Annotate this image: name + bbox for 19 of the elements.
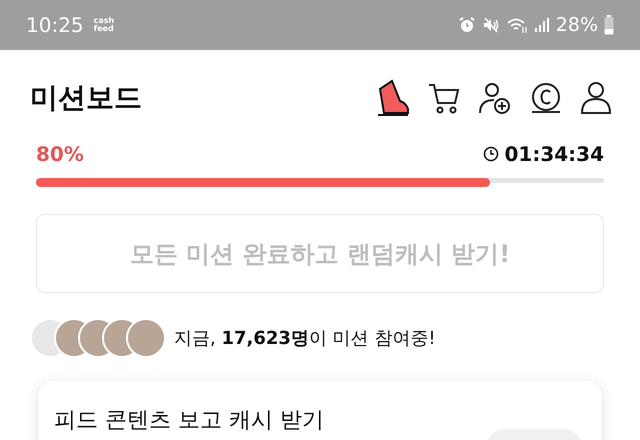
add-user-icon[interactable] (478, 81, 512, 115)
mission-title: 피드 콘텐츠 보고 캐시 받기 (54, 407, 324, 435)
app-logo: cash feed (94, 17, 114, 33)
status-time: 10:25 (26, 13, 84, 37)
countdown-timer: 01:34:34 (504, 142, 604, 166)
clock-icon (482, 146, 498, 162)
battery-icon (604, 15, 614, 35)
alarm-icon (458, 16, 476, 34)
signal-icon (534, 16, 550, 34)
mission-card[interactable]: 피드 콘텐츠 보고 캐시 받기 (38, 381, 602, 440)
coin-icon[interactable] (529, 81, 563, 115)
user-icon[interactable] (580, 81, 612, 115)
participants-text: 지금, 17,623명이 미션 참여중! (174, 327, 436, 350)
mute-icon (482, 16, 500, 34)
cart-icon[interactable] (427, 81, 461, 115)
page-title: 미션보드 (30, 80, 143, 116)
wifi-icon (506, 16, 528, 34)
battery-percent: 28% (556, 14, 598, 36)
progress-percent: 80% (36, 142, 84, 166)
